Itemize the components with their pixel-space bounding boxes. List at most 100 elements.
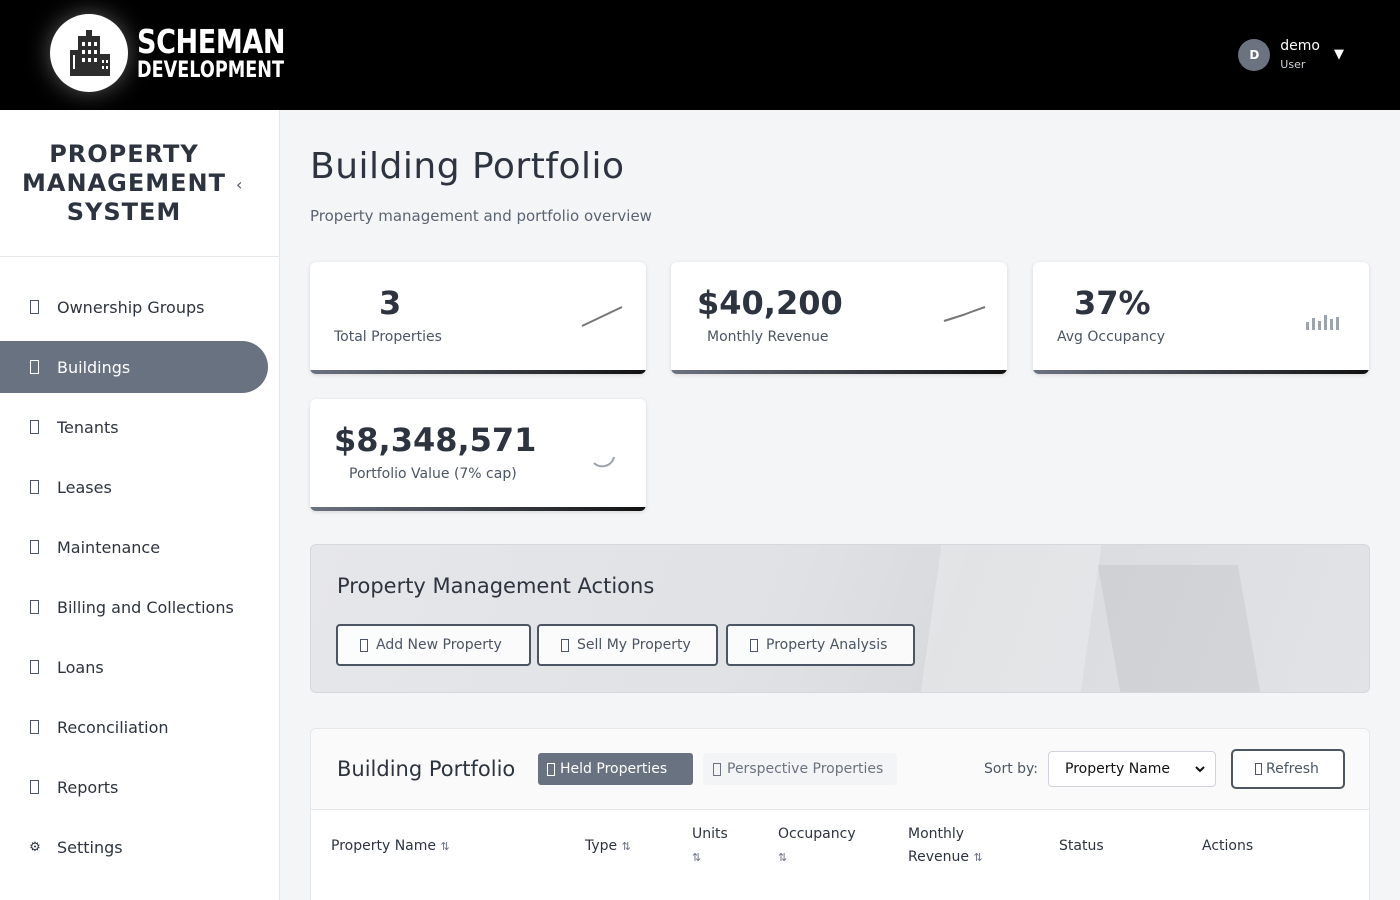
button-label: Property Analysis (766, 637, 888, 653)
user-role: User (1280, 58, 1306, 71)
sidebar-item-loans[interactable]: Loans (0, 641, 268, 693)
tab-held-properties[interactable]: Held Properties (538, 753, 693, 785)
add-property-button[interactable]: Add New Property (336, 624, 531, 666)
sidebar-item-label: Billing and Collections (57, 597, 234, 617)
stat-value: $8,348,571 (334, 421, 537, 459)
sidebar-item-reconciliation[interactable]: Reconciliation (0, 701, 268, 753)
column-header-occupancy[interactable]: Occupancy ⇅ (778, 823, 856, 869)
column-header-status: Status (1059, 838, 1104, 854)
sidebar-item-ownership-groups[interactable]: Ownership Groups (0, 281, 268, 333)
user-menu[interactable]: D demo User ▼ (1238, 38, 1344, 71)
search-icon (713, 762, 721, 776)
sidebar-item-label: Tenants (57, 417, 119, 437)
sidebar-item-buildings[interactable]: Buildings (0, 341, 268, 393)
column-header-units[interactable]: Units ⇅ (692, 823, 728, 869)
actions-title: Property Management Actions (337, 574, 655, 598)
system-title: PROPERTY MANAGEMENT SYSTEM (22, 140, 226, 226)
plus-icon (360, 638, 368, 652)
top-header: SCHEMAN DEVELOPMENT D demo User ▼ (0, 0, 1400, 110)
sidebar-nav: Ownership Groups Buildings Tenants Lease… (0, 281, 280, 881)
button-label: Add New Property (376, 637, 502, 653)
background-building (1097, 565, 1265, 692)
spinner-icon (593, 456, 615, 468)
balance-icon (30, 720, 39, 734)
column-header-type[interactable]: Type ⇅ (585, 835, 631, 858)
portfolio-title: Building Portfolio (337, 757, 516, 781)
sort-icon: ⇅ (778, 851, 788, 864)
sidebar-item-maintenance[interactable]: Maintenance (0, 521, 268, 573)
invoice-icon (30, 600, 39, 614)
building-icon (547, 762, 555, 776)
stat-label: Total Properties (334, 329, 442, 345)
sort-icon: ⇅ (692, 851, 702, 864)
tools-icon (30, 540, 39, 554)
page-subtitle: Property management and portfolio overvi… (310, 207, 652, 225)
stat-card-portfolio-value: $8,348,571 Portfolio Value (7% cap) (310, 399, 646, 511)
company-logo[interactable]: SCHEMAN DEVELOPMENT (50, 14, 321, 92)
tag-icon (561, 638, 569, 652)
property-analysis-button[interactable]: Property Analysis (726, 624, 915, 666)
sidebar-item-label: Settings (57, 837, 123, 857)
sort-icon: ⇅ (621, 840, 631, 853)
stat-card-total-properties: 3 Total Properties (310, 262, 646, 374)
logo-line1: SCHEMAN (137, 21, 286, 61)
chart-icon (30, 780, 39, 794)
users-icon (30, 420, 39, 434)
sidebar-item-billing[interactable]: Billing and Collections (0, 581, 268, 633)
sidebar-item-label: Ownership Groups (57, 297, 205, 317)
tab-perspective-properties[interactable]: Perspective Properties (703, 753, 897, 785)
refresh-button[interactable]: Refresh (1231, 749, 1345, 789)
sort-icon: ⇅ (973, 851, 983, 864)
sidebar-item-label: Maintenance (57, 537, 161, 557)
chart-icon (750, 638, 758, 652)
sort-label: Sort by: (984, 761, 1039, 777)
page-title: Building Portfolio (310, 146, 625, 187)
column-header-property-name[interactable]: Property Name ⇅ (331, 835, 450, 858)
column-header-actions: Actions (1202, 838, 1254, 854)
sidebar-item-label: Buildings (57, 357, 131, 377)
tab-label: Held Properties (560, 761, 668, 777)
sidebar-item-label: Reports (57, 777, 119, 797)
main-content: Building Portfolio Property management a… (280, 110, 1400, 900)
sort-select[interactable]: Property Name (1048, 751, 1216, 787)
sidebar-item-label: Loans (57, 657, 104, 677)
stat-label: Portfolio Value (7% cap) (349, 466, 517, 482)
stat-label: Monthly Revenue (707, 329, 829, 345)
portfolio-toolbar: Building Portfolio Held Properties Persp… (311, 729, 1369, 810)
logo-wordmark: SCHEMAN DEVELOPMENT (137, 25, 321, 82)
sidebar-header: PROPERTY MANAGEMENT SYSTEM ‹ (0, 110, 279, 257)
sort-icon: ⇅ (440, 840, 450, 853)
building-icon (30, 360, 39, 374)
refresh-icon (1255, 763, 1262, 775)
bar-chart-icon (1306, 315, 1339, 330)
sidebar-item-label: Reconciliation (57, 717, 169, 737)
sidebar-item-tenants[interactable]: Tenants (0, 401, 268, 453)
sidebar-item-settings[interactable]: ⚙ Settings (0, 821, 268, 873)
stat-label: Avg Occupancy (1057, 329, 1165, 345)
button-label: Refresh (1266, 761, 1319, 777)
trend-line-icon (581, 306, 623, 327)
background-building (920, 545, 1102, 692)
gear-icon: ⚙ (29, 839, 41, 855)
user-name: demo (1280, 38, 1320, 54)
sidebar: PROPERTY MANAGEMENT SYSTEM ‹ Ownership G… (0, 110, 280, 900)
stat-value: $40,200 (697, 284, 843, 322)
sidebar-item-reports[interactable]: Reports (0, 761, 268, 813)
sort-value: Property Name (1065, 761, 1170, 777)
collapse-sidebar-icon[interactable]: ‹ (236, 175, 242, 194)
chevron-down-icon[interactable]: ▼ (1334, 47, 1344, 62)
sidebar-item-leases[interactable]: Leases (0, 461, 268, 513)
stat-card-monthly-revenue: $40,200 Monthly Revenue (671, 262, 1007, 374)
stat-value: 3 (379, 284, 402, 322)
stat-value: 37% (1074, 284, 1151, 322)
sell-property-button[interactable]: Sell My Property (537, 624, 718, 666)
tab-label: Perspective Properties (727, 761, 884, 777)
property-actions-panel: Property Management Actions Add New Prop… (310, 544, 1370, 693)
chevron-down-icon (1195, 766, 1205, 773)
building-logo-icon (50, 14, 128, 92)
column-header-monthly-revenue[interactable]: Monthly Revenue ⇅ (908, 823, 983, 869)
stat-card-avg-occupancy: 37% Avg Occupancy (1033, 262, 1369, 374)
button-label: Sell My Property (577, 637, 691, 653)
money-icon (30, 660, 39, 674)
sidebar-item-label: Leases (57, 477, 112, 497)
